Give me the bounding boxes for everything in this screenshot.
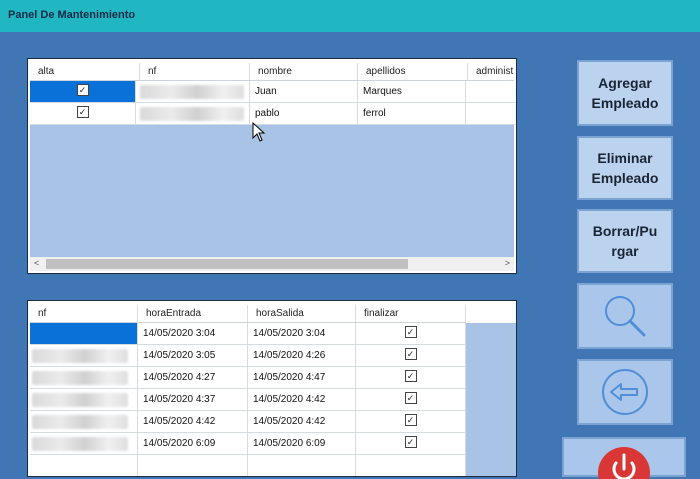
alta-cell[interactable]: ✓: [30, 103, 136, 125]
nf-cell[interactable]: [30, 433, 138, 455]
table-row[interactable]: ✓ pablo ferrol: [30, 103, 516, 125]
checkbox-checked-icon[interactable]: ✓: [404, 348, 417, 361]
button-label-line: Empleado: [591, 95, 659, 111]
table-row[interactable]: 14/05/2020 4:27 14/05/2020 4:47 ✓: [30, 367, 466, 389]
button-label-line: Empleado: [591, 170, 659, 186]
hora-entrada-cell[interactable]: 14/05/2020 3:05: [138, 345, 248, 367]
back-button[interactable]: [577, 359, 673, 425]
horizontal-scrollbar[interactable]: < >: [30, 257, 514, 271]
table-row[interactable]: ✓ Juan Marques: [30, 81, 516, 103]
redacted-value: [32, 371, 128, 385]
checkbox-checked-icon[interactable]: ✓: [404, 370, 417, 383]
empleados-grid[interactable]: alta nf nombre apellidos administ ✓ Juan…: [27, 58, 517, 274]
nf-cell[interactable]: [30, 323, 138, 345]
column-header-nombre[interactable]: nombre: [250, 63, 358, 80]
checkbox-checked-icon[interactable]: ✓: [404, 436, 417, 449]
column-header-hora-entrada[interactable]: horaEntrada: [138, 305, 248, 322]
finalizar-cell[interactable]: [356, 455, 466, 476]
grid-empty-area: [466, 323, 516, 476]
finalizar-cell[interactable]: ✓: [356, 345, 466, 367]
nombre-cell[interactable]: Juan: [250, 81, 358, 103]
arrow-left-icon: [602, 369, 648, 415]
apellidos-cell[interactable]: Marques: [358, 81, 466, 103]
fichajes-grid-header: nf horaEntrada horaSalida finalizar: [30, 305, 466, 323]
nf-cell[interactable]: [30, 345, 138, 367]
redacted-value: [140, 85, 244, 99]
hora-entrada-cell[interactable]: 14/05/2020 6:09: [138, 433, 248, 455]
column-header-alta[interactable]: alta: [30, 63, 140, 80]
redacted-value: [32, 415, 128, 429]
table-row[interactable]: 14/05/2020 4:42 14/05/2020 4:42 ✓: [30, 411, 466, 433]
button-label-line: Agregar: [598, 75, 652, 91]
checkbox-checked-icon[interactable]: ✓: [404, 326, 417, 339]
checkbox-checked-icon[interactable]: ✓: [76, 84, 89, 97]
table-row[interactable]: 14/05/2020 4:37 14/05/2020 4:42 ✓: [30, 389, 466, 411]
empleados-grid-header: alta nf nombre apellidos administ: [30, 63, 514, 81]
redacted-value: [32, 437, 128, 451]
hora-entrada-cell[interactable]: 14/05/2020 4:37: [138, 389, 248, 411]
nf-cell[interactable]: [30, 367, 138, 389]
button-label-line: Eliminar: [597, 150, 653, 166]
nf-cell[interactable]: [30, 411, 138, 433]
scroll-left-icon[interactable]: <: [34, 258, 39, 268]
redacted-value: [32, 393, 128, 407]
finalizar-cell[interactable]: ✓: [356, 433, 466, 455]
hora-entrada-cell[interactable]: [138, 455, 248, 476]
grid-empty-area: [30, 125, 514, 257]
fichajes-grid[interactable]: nf horaEntrada horaSalida finalizar 14/0…: [27, 300, 517, 477]
button-label-line: Borrar/Pu: [592, 223, 658, 239]
window-title: Panel De Mantenimiento: [8, 9, 136, 21]
mouse-cursor-icon: [252, 122, 266, 142]
administ-cell[interactable]: [466, 81, 516, 103]
redacted-value: [140, 107, 244, 121]
eliminar-empleado-button[interactable]: Eliminar Empleado: [577, 136, 673, 200]
column-header-hora-salida[interactable]: horaSalida: [248, 305, 356, 322]
hora-salida-cell[interactable]: 14/05/2020 4:26: [248, 345, 356, 367]
nombre-cell[interactable]: pablo: [250, 103, 358, 125]
redacted-value: [32, 349, 128, 363]
nf-cell[interactable]: [30, 455, 138, 476]
table-row-partial[interactable]: [30, 455, 466, 476]
column-header-apellidos[interactable]: apellidos: [358, 63, 468, 80]
title-bar: Panel De Mantenimiento: [0, 0, 700, 32]
search-button[interactable]: [577, 283, 673, 349]
button-label-line: rgar: [611, 243, 639, 259]
hora-salida-cell[interactable]: 14/05/2020 6:09: [248, 433, 356, 455]
table-row[interactable]: 14/05/2020 3:05 14/05/2020 4:26 ✓: [30, 345, 466, 367]
agregar-empleado-button[interactable]: Agregar Empleado: [577, 60, 673, 126]
nf-cell[interactable]: [30, 389, 138, 411]
power-icon: [598, 447, 650, 479]
hora-salida-cell[interactable]: 14/05/2020 4:47: [248, 367, 356, 389]
checkbox-checked-icon[interactable]: ✓: [404, 392, 417, 405]
column-header-finalizar[interactable]: finalizar: [356, 305, 466, 322]
table-row[interactable]: 14/05/2020 6:09 14/05/2020 6:09 ✓: [30, 433, 466, 455]
hora-entrada-cell[interactable]: 14/05/2020 4:42: [138, 411, 248, 433]
hora-entrada-cell[interactable]: 14/05/2020 3:04: [138, 323, 248, 345]
finalizar-cell[interactable]: ✓: [356, 367, 466, 389]
checkbox-checked-icon[interactable]: ✓: [404, 414, 417, 427]
finalizar-cell[interactable]: ✓: [356, 389, 466, 411]
magnifier-icon: [605, 296, 646, 337]
hora-salida-cell[interactable]: [248, 455, 356, 476]
column-header-nf[interactable]: nf: [30, 305, 138, 322]
hora-salida-cell[interactable]: 14/05/2020 4:42: [248, 411, 356, 433]
alta-cell[interactable]: ✓: [30, 81, 136, 103]
finalizar-cell[interactable]: ✓: [356, 323, 466, 345]
borrar-purgar-button[interactable]: Borrar/Pu rgar: [577, 209, 673, 273]
scroll-right-icon[interactable]: >: [505, 258, 510, 268]
administ-cell[interactable]: [466, 103, 516, 125]
power-button[interactable]: [562, 437, 686, 479]
hora-salida-cell[interactable]: 14/05/2020 4:42: [248, 389, 356, 411]
nf-cell[interactable]: [136, 81, 250, 103]
column-header-administ[interactable]: administ: [468, 63, 516, 80]
hora-salida-cell[interactable]: 14/05/2020 3:04: [248, 323, 356, 345]
finalizar-cell[interactable]: ✓: [356, 411, 466, 433]
scrollbar-thumb[interactable]: [46, 259, 408, 269]
checkbox-checked-icon[interactable]: ✓: [76, 106, 89, 119]
apellidos-cell[interactable]: ferrol: [358, 103, 466, 125]
hora-entrada-cell[interactable]: 14/05/2020 4:27: [138, 367, 248, 389]
column-header-nf[interactable]: nf: [140, 63, 250, 80]
table-row[interactable]: 14/05/2020 3:04 14/05/2020 3:04 ✓: [30, 323, 466, 345]
nf-cell[interactable]: [136, 103, 250, 125]
